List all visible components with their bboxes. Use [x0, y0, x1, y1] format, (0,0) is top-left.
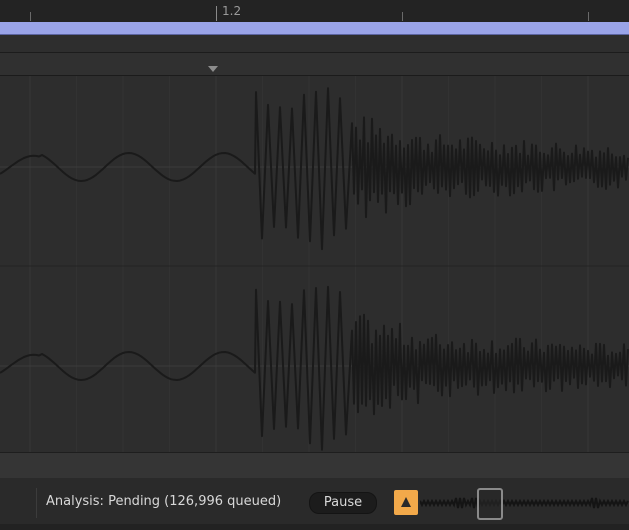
- ruler-tick: [402, 12, 403, 21]
- status-separator: [36, 488, 37, 518]
- window-bottom-edge: [0, 524, 629, 530]
- ruler-tick: [30, 12, 31, 21]
- overview-waveform: [420, 497, 629, 509]
- pause-button[interactable]: Pause: [309, 492, 377, 514]
- waveform-display[interactable]: [0, 76, 629, 452]
- clip-footer-strip: [0, 452, 629, 479]
- triangle-down-icon[interactable]: [208, 66, 218, 72]
- loop-brace[interactable]: [0, 22, 629, 34]
- ruler-bar-label: 1.2: [222, 4, 242, 18]
- analysis-status-text: Analysis: Pending (126,996 queued): [46, 494, 282, 509]
- status-bar: Analysis: Pending (126,996 queued) Pause: [0, 478, 629, 530]
- timeline-ruler[interactable]: 1.2: [0, 0, 629, 22]
- overview-viewport-handle[interactable]: [477, 488, 503, 520]
- ruler-tick: [588, 12, 589, 21]
- clip-header-strip: [0, 53, 629, 76]
- waveform-overview[interactable]: [420, 490, 629, 516]
- ruler-bar-tick: [216, 6, 217, 21]
- warning-triangle-icon: [401, 497, 411, 507]
- track-header-strip: [0, 35, 629, 53]
- warning-button[interactable]: [394, 490, 418, 515]
